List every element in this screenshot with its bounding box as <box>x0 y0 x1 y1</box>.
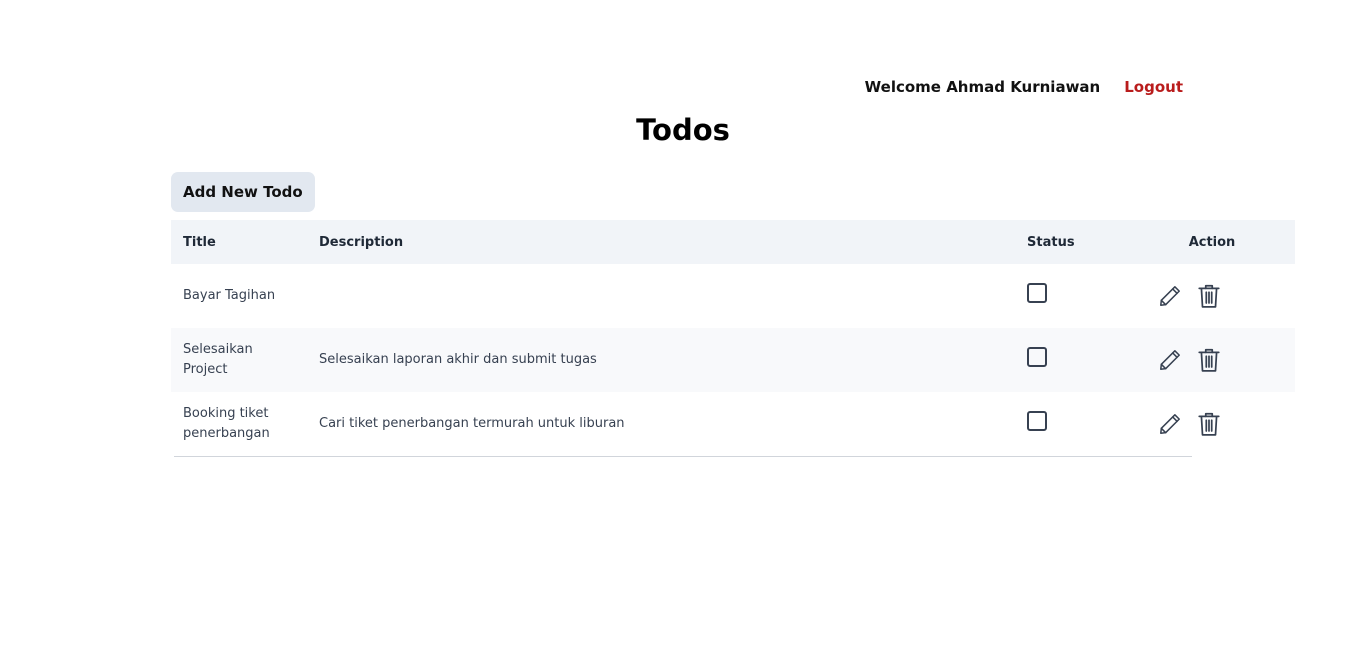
trash-icon[interactable] <box>1197 283 1221 309</box>
todo-description <box>307 264 1011 328</box>
pencil-icon[interactable] <box>1157 347 1183 373</box>
status-checkbox[interactable] <box>1027 283 1047 303</box>
table-row: Bayar Tagihan <box>171 264 1295 328</box>
logout-link[interactable]: Logout <box>1124 78 1183 96</box>
todo-table: Title Description Status Action Bayar Ta… <box>171 220 1295 456</box>
column-header-action: Action <box>1188 234 1236 250</box>
column-header-status: Status <box>1027 234 1075 250</box>
pencil-icon[interactable] <box>1157 283 1183 309</box>
welcome-text: Welcome Ahmad Kurniawan <box>864 78 1101 96</box>
todo-title: Bayar Tagihan <box>183 288 276 303</box>
todo-description: Cari tiket penerbangan termurah untuk li… <box>319 416 625 431</box>
trash-icon[interactable] <box>1197 347 1221 373</box>
action-cell <box>1129 328 1295 392</box>
status-cell <box>1011 328 1129 392</box>
page-title: Todos <box>636 113 730 147</box>
todo-app: Welcome Ahmad Kurniawan Logout Todos Add… <box>0 0 1366 657</box>
todo-title: Selesaikan Project <box>183 342 253 377</box>
todo-description: Selesaikan laporan akhir dan submit tuga… <box>319 352 597 367</box>
status-cell <box>1011 264 1129 328</box>
table-header-row: Title Description Status Action <box>171 220 1295 264</box>
status-cell <box>1011 392 1129 456</box>
trash-icon[interactable] <box>1197 411 1221 437</box>
table-bottom-border <box>174 456 1192 457</box>
action-cell <box>1129 264 1295 328</box>
status-checkbox[interactable] <box>1027 411 1047 431</box>
todo-table-container: Title Description Status Action Bayar Ta… <box>171 220 1295 457</box>
column-header-title: Title <box>183 234 216 250</box>
table-row: Booking tiket penerbangan Cari tiket pen… <box>171 392 1295 456</box>
status-checkbox[interactable] <box>1027 347 1047 367</box>
user-header: Welcome Ahmad Kurniawan Logout <box>865 78 1183 96</box>
table-row: Selesaikan Project Selesaikan laporan ak… <box>171 328 1295 392</box>
todo-title: Booking tiket penerbangan <box>183 406 270 441</box>
column-header-description: Description <box>319 234 404 250</box>
action-cell <box>1129 392 1295 456</box>
pencil-icon[interactable] <box>1157 411 1183 437</box>
add-new-todo-button[interactable]: Add New Todo <box>171 172 315 212</box>
